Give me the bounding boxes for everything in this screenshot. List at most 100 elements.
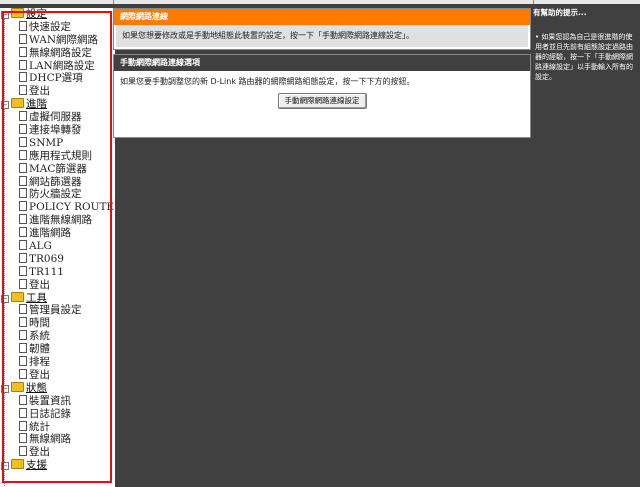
tree-page-item[interactable]: POLICY ROUTE — [0, 201, 115, 214]
tree-page-label[interactable]: 無線網路 — [29, 433, 71, 446]
tree-page-label[interactable]: ALG — [29, 240, 52, 253]
tree-page-label[interactable]: 快速設定 — [29, 21, 71, 34]
tree-page-item[interactable]: 管理員設定 — [0, 304, 115, 317]
tree-page-item[interactable]: TR111 — [0, 265, 115, 279]
tree-page-item[interactable]: 排程 — [0, 356, 115, 369]
tree-page-item[interactable]: LAN網路設定 — [0, 59, 115, 73]
tree-page-item[interactable]: 網站篩選器 — [0, 175, 115, 189]
tree-page-item[interactable]: 進階網路 — [0, 227, 115, 240]
tree-page-item[interactable]: 登出 — [0, 368, 115, 382]
page-icon — [19, 111, 27, 122]
tree-page-item[interactable]: 無線網路設定 — [0, 46, 115, 60]
page-icon — [19, 394, 27, 405]
tree-page-item[interactable]: 系統 — [0, 330, 115, 343]
tree-folder[interactable]: − 進階 — [0, 98, 115, 111]
tree-folder-label[interactable]: 進階 — [26, 98, 47, 111]
tree-page-item[interactable]: 登出 — [0, 446, 115, 459]
collapse-icon[interactable]: − — [1, 462, 9, 471]
page-icon — [19, 368, 27, 379]
collapse-icon[interactable]: − — [1, 384, 9, 393]
tree-page-item[interactable]: 虛擬伺服器 — [0, 111, 115, 124]
tree-page-item[interactable]: 登出 — [0, 278, 115, 292]
tree-page-label[interactable]: 統計 — [29, 421, 50, 434]
tree-page-label[interactable]: 進階無線網路 — [29, 214, 92, 227]
page-icon — [19, 124, 27, 135]
tree-page-item[interactable]: 時間 — [0, 317, 115, 330]
tree-folder[interactable]: − 狀態 — [0, 381, 115, 395]
tree-folder-label[interactable]: 設定 — [26, 8, 47, 21]
tree-page-item[interactable]: 應用程式規則 — [0, 149, 115, 163]
tree-page-label[interactable]: DHCP選項 — [29, 72, 83, 85]
tree-page-label[interactable]: 網站篩選器 — [29, 176, 82, 189]
tree-page-item[interactable]: WAN網際網路 — [0, 33, 115, 47]
page-icon — [19, 188, 27, 199]
tree-page-label[interactable]: 排程 — [29, 356, 50, 369]
tree-page-label[interactable]: POLICY ROUTE — [29, 201, 114, 214]
tree-folder[interactable]: − 設定 — [0, 8, 115, 21]
tree-page-label[interactable]: 虛擬伺服器 — [29, 111, 82, 124]
page-icon — [19, 33, 27, 44]
tree-page-item[interactable]: SNMP — [0, 136, 115, 150]
tree-page-item[interactable]: TR069 — [0, 252, 115, 266]
page-icon — [19, 227, 27, 238]
tree-folder[interactable]: − 支援 — [0, 459, 115, 472]
page-icon — [19, 433, 27, 444]
tree-page-item[interactable]: 裝置資訊 — [0, 394, 115, 408]
tree-folder[interactable]: − 工具 — [0, 291, 115, 305]
folder-icon — [11, 459, 24, 470]
page-icon — [19, 356, 27, 367]
tree-page-item[interactable]: 登出 — [0, 85, 115, 98]
tree-page-label[interactable]: MAC篩選器 — [29, 163, 87, 176]
tree-page-label[interactable]: 韌體 — [29, 343, 50, 356]
tree-page-label[interactable]: 系統 — [29, 330, 50, 343]
tree-page-label[interactable]: TR069 — [29, 253, 64, 266]
tree-page-label[interactable]: 應用程式規則 — [29, 150, 92, 163]
tree-page-label[interactable]: 連接埠轉發 — [29, 124, 82, 137]
tree-page-label[interactable]: 無線網路設定 — [29, 47, 92, 60]
page-icon — [19, 278, 27, 289]
tree-folder-label[interactable]: 工具 — [26, 292, 47, 305]
tree-page-label[interactable]: 登出 — [29, 279, 50, 292]
collapse-icon[interactable]: − — [1, 101, 9, 110]
page-icon — [19, 20, 27, 31]
tree-page-label[interactable]: 進階網路 — [29, 227, 71, 240]
tree-page-label[interactable]: 日誌記錄 — [29, 408, 71, 421]
page-icon — [19, 59, 27, 70]
tree-page-label[interactable]: 防火牆設定 — [29, 188, 82, 201]
tree-page-label[interactable]: 裝置資訊 — [29, 395, 71, 408]
tree-page-item[interactable]: 快速設定 — [0, 20, 115, 34]
tree-folder-label[interactable]: 支援 — [26, 459, 47, 472]
tree-page-item[interactable]: 防火牆設定 — [0, 188, 115, 201]
collapse-icon[interactable]: − — [1, 11, 9, 19]
tree-page-item[interactable]: DHCP選項 — [0, 72, 115, 85]
top-bar — [0, 0, 640, 4]
tree-page-label[interactable]: 時間 — [29, 317, 50, 330]
tree-page-item[interactable]: 韌體 — [0, 343, 115, 356]
page-icon — [19, 149, 27, 160]
tree-page-label[interactable]: SNMP — [29, 137, 63, 150]
tree-page-item[interactable]: 連接埠轉發 — [0, 124, 115, 137]
tree-page-label[interactable]: 登出 — [29, 369, 50, 382]
tree-page-label[interactable]: TR111 — [29, 266, 64, 279]
collapse-icon[interactable]: − — [1, 294, 9, 303]
page-icon — [19, 46, 27, 57]
manual-internet-setup-button[interactable]: 手動網際網路連線設定 — [277, 93, 367, 109]
page-icon — [19, 72, 27, 83]
tree-page-item[interactable]: 無線網路 — [0, 433, 115, 446]
page-icon — [19, 304, 27, 315]
tree-page-item[interactable]: 統計 — [0, 420, 115, 434]
tree-folder-label[interactable]: 狀態 — [26, 382, 47, 395]
tree-page-label[interactable]: 登出 — [29, 85, 50, 98]
tree-page-item[interactable]: ALG — [0, 240, 115, 253]
tree-page-item[interactable]: 進階無線網路 — [0, 214, 115, 227]
page-icon — [19, 407, 27, 418]
navigation-tree: − 設定 快速設定 WAN網際網路 無線網路設定 LAN網路設定 DHCP選項 登出 − 進階 虛擬… — [0, 8, 115, 487]
panel-description: 如果您想要修改或是手動地組態此裝置的設定，按一下「手動網際網路連線設定」。 — [116, 25, 528, 47]
tree-page-label[interactable]: 管理員設定 — [29, 304, 82, 317]
tree-page-label[interactable]: LAN網路設定 — [29, 60, 95, 73]
tree-page-item[interactable]: 日誌記錄 — [0, 407, 115, 421]
tree-page-item[interactable]: MAC篩選器 — [0, 162, 115, 176]
tree-page-label[interactable]: 登出 — [29, 446, 50, 459]
tree-page-label[interactable]: WAN網際網路 — [29, 34, 98, 47]
page-icon — [19, 214, 27, 225]
